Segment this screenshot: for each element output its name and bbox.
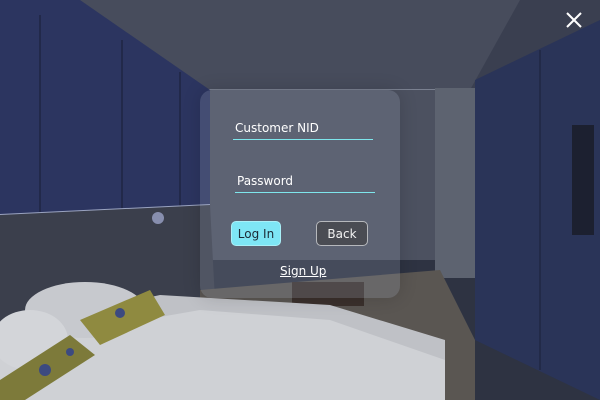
login-screen: Log In Back Sign Up — [0, 0, 600, 400]
signup-link[interactable]: Sign Up — [280, 264, 326, 278]
back-button[interactable]: Back — [316, 221, 368, 246]
login-panel: Log In Back Sign Up — [200, 90, 400, 298]
password-input[interactable] — [235, 170, 375, 193]
login-button[interactable]: Log In — [231, 221, 281, 246]
customer-nid-input[interactable] — [233, 117, 373, 140]
close-icon — [566, 12, 582, 28]
close-button[interactable] — [562, 8, 586, 32]
